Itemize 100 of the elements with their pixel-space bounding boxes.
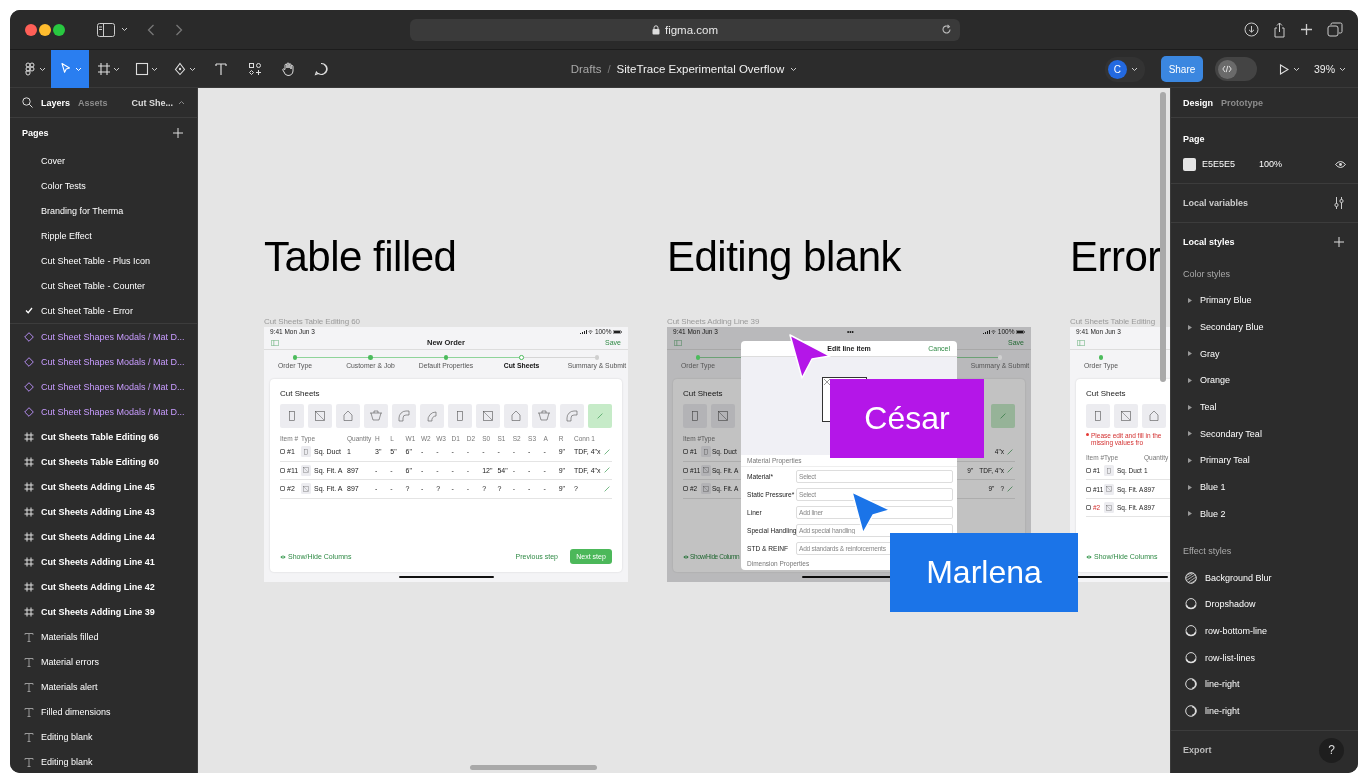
new-tab-icon[interactable] bbox=[1300, 23, 1313, 36]
shape-tile[interactable] bbox=[1114, 404, 1138, 428]
share-icon[interactable] bbox=[1273, 21, 1286, 38]
style-item[interactable]: row-list-lines bbox=[1171, 644, 1358, 671]
page-item[interactable]: Ripple Effect bbox=[10, 223, 197, 248]
horizontal-scrollbar[interactable] bbox=[470, 765, 597, 770]
style-item[interactable]: Primary Blue bbox=[1171, 287, 1358, 314]
layer-item[interactable]: Cut Sheets Adding Line 41 bbox=[10, 549, 197, 574]
checkbox[interactable] bbox=[683, 486, 688, 492]
window-minimize-button[interactable] bbox=[39, 23, 51, 36]
color-swatch[interactable] bbox=[1183, 157, 1196, 171]
layer-item[interactable]: Editing blank bbox=[10, 749, 197, 773]
address-bar[interactable]: figma.com bbox=[410, 18, 960, 41]
panel-tab[interactable]: Prototype bbox=[1221, 97, 1264, 108]
layer-item[interactable]: Cut Sheets Adding Line 43 bbox=[10, 499, 197, 524]
page-item[interactable]: Cover bbox=[10, 148, 197, 173]
style-item[interactable]: Orange bbox=[1171, 367, 1358, 394]
style-item[interactable]: row-bottom-line bbox=[1171, 617, 1358, 645]
style-item[interactable]: Secondary Blue bbox=[1171, 313, 1358, 341]
download-icon[interactable] bbox=[1244, 22, 1259, 37]
shape-tile[interactable] bbox=[420, 404, 444, 428]
shape-tile[interactable] bbox=[392, 404, 416, 428]
style-item[interactable]: Dropshadow bbox=[1171, 590, 1358, 618]
search-icon[interactable] bbox=[22, 97, 33, 108]
reload-icon[interactable] bbox=[941, 23, 952, 35]
layer-item[interactable]: Cut Sheets Table Editing 66 bbox=[10, 424, 197, 449]
checkbox[interactable] bbox=[1086, 486, 1091, 492]
checkbox[interactable] bbox=[280, 449, 285, 455]
shape-tile[interactable] bbox=[711, 404, 735, 428]
window-close-button[interactable] bbox=[25, 23, 37, 36]
checkbox[interactable] bbox=[683, 467, 688, 473]
vertical-scrollbar[interactable] bbox=[1160, 92, 1166, 382]
share-button[interactable]: Share bbox=[1161, 56, 1203, 82]
shape-tile[interactable] bbox=[532, 404, 556, 428]
layer-item[interactable]: Cut Sheet Shapes Modals / Mat D... bbox=[10, 399, 197, 424]
shape-tile[interactable] bbox=[280, 404, 304, 428]
help-button[interactable]: ? bbox=[1319, 737, 1344, 763]
panel-tab[interactable]: Layers bbox=[41, 97, 71, 108]
fill-value[interactable]: E5E5E5 bbox=[1202, 159, 1259, 169]
window-zoom-button[interactable] bbox=[53, 23, 65, 36]
layer-item[interactable]: Cut Sheets Table Editing 60 bbox=[10, 449, 197, 474]
tabs-overview-icon[interactable] bbox=[1327, 22, 1343, 37]
user-avatar[interactable]: C bbox=[1108, 59, 1127, 79]
layer-item[interactable]: Cut Sheets Adding Line 42 bbox=[10, 574, 197, 599]
style-item[interactable]: line-right bbox=[1171, 697, 1358, 725]
layer-item[interactable]: Cut Sheet Shapes Modals / Mat D... bbox=[10, 349, 197, 374]
shape-tile[interactable] bbox=[1086, 404, 1110, 428]
layer-item[interactable]: Editing blank bbox=[10, 724, 197, 749]
layer-item[interactable]: Materials alert bbox=[10, 674, 197, 699]
page-item[interactable]: Branding for Therma bbox=[10, 198, 197, 223]
page-picker[interactable]: Cut She... bbox=[131, 97, 185, 108]
checkbox[interactable] bbox=[1086, 468, 1091, 474]
panel-tab[interactable]: Design bbox=[1183, 97, 1213, 108]
edit-pencil-icon[interactable] bbox=[604, 448, 610, 455]
page-item[interactable]: Cut Sheet Table - Error bbox=[10, 298, 197, 323]
shape-tile[interactable] bbox=[476, 404, 500, 428]
checkbox[interactable] bbox=[280, 486, 285, 492]
layer-item[interactable]: Cut Sheets Adding Line 45 bbox=[10, 474, 197, 499]
edit-pencil-icon[interactable] bbox=[1007, 467, 1013, 474]
shape-tile[interactable] bbox=[991, 404, 1015, 428]
layer-item[interactable]: Filled dimensions bbox=[10, 699, 197, 724]
dev-mode-toggle[interactable] bbox=[1215, 57, 1257, 81]
style-item[interactable]: Teal bbox=[1171, 393, 1358, 421]
layer-item[interactable]: Cut Sheet Shapes Modals / Mat D... bbox=[10, 324, 197, 349]
style-item[interactable]: Blue 1 bbox=[1171, 473, 1358, 501]
checkbox[interactable] bbox=[1086, 505, 1091, 511]
layer-item[interactable]: Cut Sheets Adding Line 44 bbox=[10, 524, 197, 549]
shape-tile[interactable] bbox=[336, 404, 360, 428]
sliders-icon[interactable] bbox=[1334, 197, 1344, 209]
zoom-level[interactable]: 39% bbox=[1314, 63, 1335, 75]
opacity-value[interactable]: 100% bbox=[1259, 159, 1283, 169]
checkbox[interactable] bbox=[683, 449, 688, 455]
page-item[interactable]: Color Tests bbox=[10, 173, 197, 198]
edit-pencil-icon[interactable] bbox=[604, 485, 610, 492]
breadcrumb-link[interactable]: Drafts bbox=[570, 63, 602, 75]
page-item[interactable]: Cut Sheet Table - Plus Icon bbox=[10, 248, 197, 273]
shape-tile[interactable] bbox=[588, 404, 612, 428]
add-icon[interactable] bbox=[173, 128, 183, 138]
layer-item[interactable]: Cut Sheet Shapes Modals / Mat D... bbox=[10, 374, 197, 399]
style-item[interactable]: Secondary Teal bbox=[1171, 420, 1358, 448]
checkbox[interactable] bbox=[280, 467, 285, 473]
edit-pencil-icon[interactable] bbox=[1007, 485, 1013, 492]
layer-item[interactable]: Material errors bbox=[10, 649, 197, 674]
style-item[interactable]: Background Blur bbox=[1171, 564, 1358, 591]
shape-tile[interactable] bbox=[308, 404, 332, 428]
shape-tile[interactable] bbox=[364, 404, 388, 428]
panel-tab[interactable]: Assets bbox=[78, 97, 108, 108]
shape-tile[interactable] bbox=[683, 404, 707, 428]
shape-tile[interactable] bbox=[504, 404, 528, 428]
style-item[interactable]: line-right bbox=[1171, 670, 1358, 698]
edit-pencil-icon[interactable] bbox=[604, 467, 610, 474]
style-item[interactable]: Gray bbox=[1171, 340, 1358, 368]
shape-tile[interactable] bbox=[448, 404, 472, 428]
eye-icon[interactable] bbox=[1335, 160, 1346, 168]
layer-item[interactable]: Materials filled bbox=[10, 624, 197, 649]
shape-tile[interactable] bbox=[1142, 404, 1166, 428]
page-item[interactable]: Cut Sheet Table - Counter bbox=[10, 273, 197, 298]
play-icon[interactable] bbox=[1279, 63, 1289, 75]
style-item[interactable]: Blue 2 bbox=[1171, 500, 1358, 528]
add-icon[interactable] bbox=[1334, 237, 1344, 247]
